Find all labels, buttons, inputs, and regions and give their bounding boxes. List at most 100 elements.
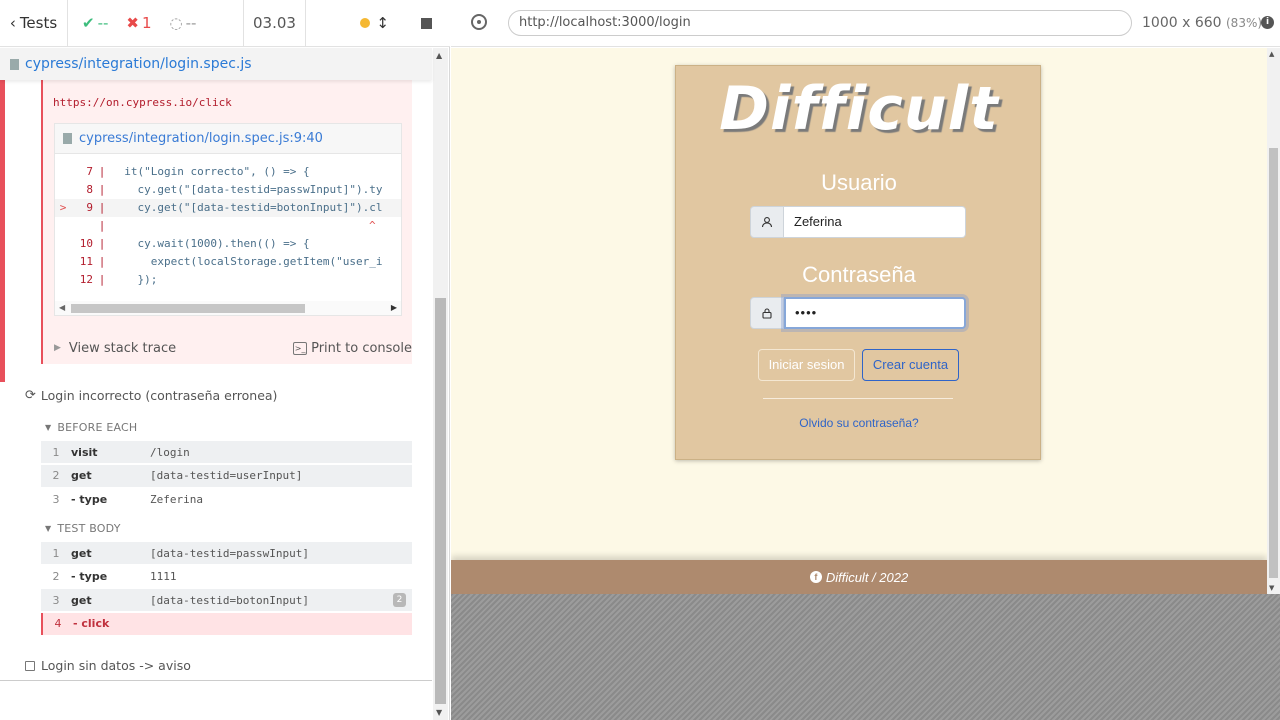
command-row[interactable]: 1 get [data-testid=passwInput] bbox=[41, 542, 412, 564]
code-horizontal-scrollbar[interactable]: ◀ ▶ bbox=[55, 301, 401, 315]
scroll-thumb[interactable] bbox=[1269, 148, 1278, 578]
aut-header: http://localhost:3000/login 1000 x 660 (… bbox=[451, 0, 1280, 47]
scroll-right-icon[interactable]: ▶ bbox=[391, 303, 397, 312]
line-number: 10 bbox=[79, 237, 93, 250]
spec-path-bar[interactable]: cypress/integration/login.spec.js bbox=[0, 48, 432, 80]
current-line-arrow bbox=[55, 217, 71, 235]
refresh-icon: ⟳ bbox=[25, 388, 36, 403]
lock-icon bbox=[750, 297, 784, 329]
caret-right-icon: ▶ bbox=[54, 343, 61, 353]
code-text: it("Login correcto", () => { bbox=[111, 165, 310, 178]
scroll-down-icon[interactable]: ▼ bbox=[436, 708, 442, 717]
test-title-pending[interactable]: Login sin datos -> aviso bbox=[25, 658, 191, 673]
current-line-arrow bbox=[55, 271, 71, 289]
selector-playground-icon[interactable] bbox=[471, 14, 487, 30]
password-input[interactable]: •••• bbox=[784, 297, 966, 329]
code-line: 11 | expect(localStorage.getItem("user_i bbox=[55, 253, 401, 271]
command-row[interactable]: 4 - click bbox=[41, 612, 412, 635]
facebook-icon[interactable]: f bbox=[809, 571, 822, 583]
user-input-group: Zeferina bbox=[750, 206, 966, 238]
scroll-thumb[interactable] bbox=[71, 304, 305, 313]
command-number: 3 bbox=[52, 593, 60, 607]
command-name: get bbox=[71, 546, 92, 560]
command-argument: [data-testid=passwInput] bbox=[150, 546, 309, 560]
code-frame: cypress/integration/login.spec.js:9:40 7… bbox=[54, 123, 402, 316]
command-argument: [data-testid=botonInput] bbox=[150, 593, 309, 607]
line-number: 7 bbox=[86, 165, 93, 178]
current-line-arrow: > bbox=[59, 201, 67, 214]
code-line: 8 | cy.get("[data-testid=passwInput]").ty bbox=[55, 181, 401, 199]
command-row[interactable]: 3 - type Zeferina bbox=[41, 488, 412, 510]
scroll-up-icon[interactable]: ▲ bbox=[1269, 50, 1274, 58]
command-row[interactable]: 1 visit/login bbox=[41, 441, 412, 463]
line-number: 12 bbox=[79, 273, 93, 286]
username-input[interactable]: Zeferina bbox=[784, 206, 966, 238]
app-under-test: Difficult Usuario Zeferina Contraseña ••… bbox=[451, 48, 1280, 594]
reporter-scrollbar[interactable]: ▲ ▼ bbox=[433, 48, 448, 720]
app-scrollbar[interactable]: ▲ ▼ bbox=[1267, 48, 1280, 594]
scroll-left-icon[interactable]: ◀ bbox=[59, 303, 65, 312]
print-to-console-button[interactable]: >_ Print to console bbox=[293, 341, 412, 356]
failed-stat: ✖ 1 bbox=[126, 14, 152, 32]
x-icon: ✖ bbox=[126, 14, 139, 32]
updown-arrow-icon: ↕ bbox=[376, 14, 389, 32]
current-line-arrow bbox=[55, 235, 71, 253]
pending-square-icon bbox=[25, 660, 35, 671]
test-title-running[interactable]: ⟳ Login incorrecto (contraseña erronea) bbox=[25, 388, 277, 403]
command-number: 1 bbox=[52, 546, 60, 560]
command-name: get bbox=[71, 469, 92, 482]
cypress-runner: ‹ Tests ✔ -- ✖ 1 ◌ -- 03.03 ↕ cypress/integ… bbox=[0, 0, 1280, 720]
code-text: cy.wait(1000).then(() => { bbox=[111, 237, 310, 250]
command-row[interactable]: 2 get [data-testid=userInput] bbox=[41, 464, 412, 487]
scroll-thumb[interactable] bbox=[435, 298, 446, 704]
code-text: }); bbox=[111, 273, 158, 286]
scroll-down-icon[interactable]: ▼ bbox=[1269, 584, 1274, 592]
pending-circle-icon: ◌ bbox=[169, 14, 183, 32]
command-argument: /login bbox=[150, 445, 190, 459]
command-number: 1 bbox=[52, 445, 60, 459]
code-text: ^ bbox=[369, 219, 376, 232]
code-frame-file-link[interactable]: cypress/integration/login.spec.js:9:40 bbox=[55, 124, 401, 154]
viewport-background bbox=[451, 594, 1280, 720]
command-row[interactable]: 2 - type 1111 bbox=[41, 565, 412, 588]
forgot-password-link[interactable]: Olvido su contraseña? bbox=[676, 416, 1042, 430]
stop-icon[interactable] bbox=[421, 17, 432, 29]
before-each-header[interactable]: ▼ BEFORE EACH bbox=[45, 421, 137, 434]
line-number bbox=[71, 217, 93, 235]
user-icon bbox=[750, 206, 784, 238]
file-icon bbox=[10, 58, 19, 70]
code-text: expect(localStorage.getItem("user_i bbox=[111, 255, 383, 268]
error-docs-link[interactable]: https://on.cypress.io/click bbox=[53, 96, 232, 109]
test-body-header[interactable]: ▼ TEST BODY bbox=[45, 522, 121, 535]
view-stack-trace-toggle[interactable]: ▶ View stack trace bbox=[54, 341, 176, 356]
command-name: get bbox=[71, 593, 92, 607]
duration: 03.03 bbox=[244, 0, 306, 46]
caret-down-icon: ▼ bbox=[45, 423, 52, 432]
aut-url[interactable]: http://localhost:3000/login bbox=[508, 10, 1132, 36]
command-number: 3 bbox=[52, 492, 60, 506]
user-label: Usuario bbox=[821, 170, 897, 195]
tests-back-button[interactable]: ‹ Tests bbox=[0, 0, 68, 46]
create-account-button[interactable]: Crear cuenta bbox=[862, 349, 959, 381]
terminal-icon: >_ bbox=[293, 341, 308, 355]
login-button[interactable]: Iniciar sesion bbox=[758, 349, 855, 381]
line-separator: | bbox=[98, 165, 106, 178]
code-line: >9 | cy.get("[data-testid=botonInput]").c… bbox=[55, 199, 401, 217]
line-separator: | bbox=[98, 219, 106, 232]
code-line: 7 | it("Login correcto", () => { bbox=[55, 163, 401, 181]
current-line-arrow bbox=[55, 253, 71, 271]
scroll-up-icon[interactable]: ▲ bbox=[436, 51, 442, 60]
element-count-badge: 2 bbox=[393, 593, 406, 607]
command-number: 2 bbox=[52, 570, 60, 583]
failed-test-marker bbox=[0, 80, 5, 382]
info-icon[interactable]: i bbox=[1261, 16, 1274, 29]
line-separator: | bbox=[98, 237, 106, 250]
password-label: Contraseña bbox=[802, 262, 916, 287]
command-row[interactable]: 3 get [data-testid=botonInput] 2 bbox=[41, 589, 412, 611]
auto-scroll-toggle[interactable]: ↕ bbox=[360, 14, 389, 32]
brand-logo: Difficult bbox=[719, 74, 999, 144]
running-dot-icon bbox=[360, 18, 371, 28]
line-separator: | bbox=[98, 255, 106, 268]
check-icon: ✔ bbox=[82, 14, 95, 32]
command-argument: Zeferina bbox=[150, 492, 203, 506]
